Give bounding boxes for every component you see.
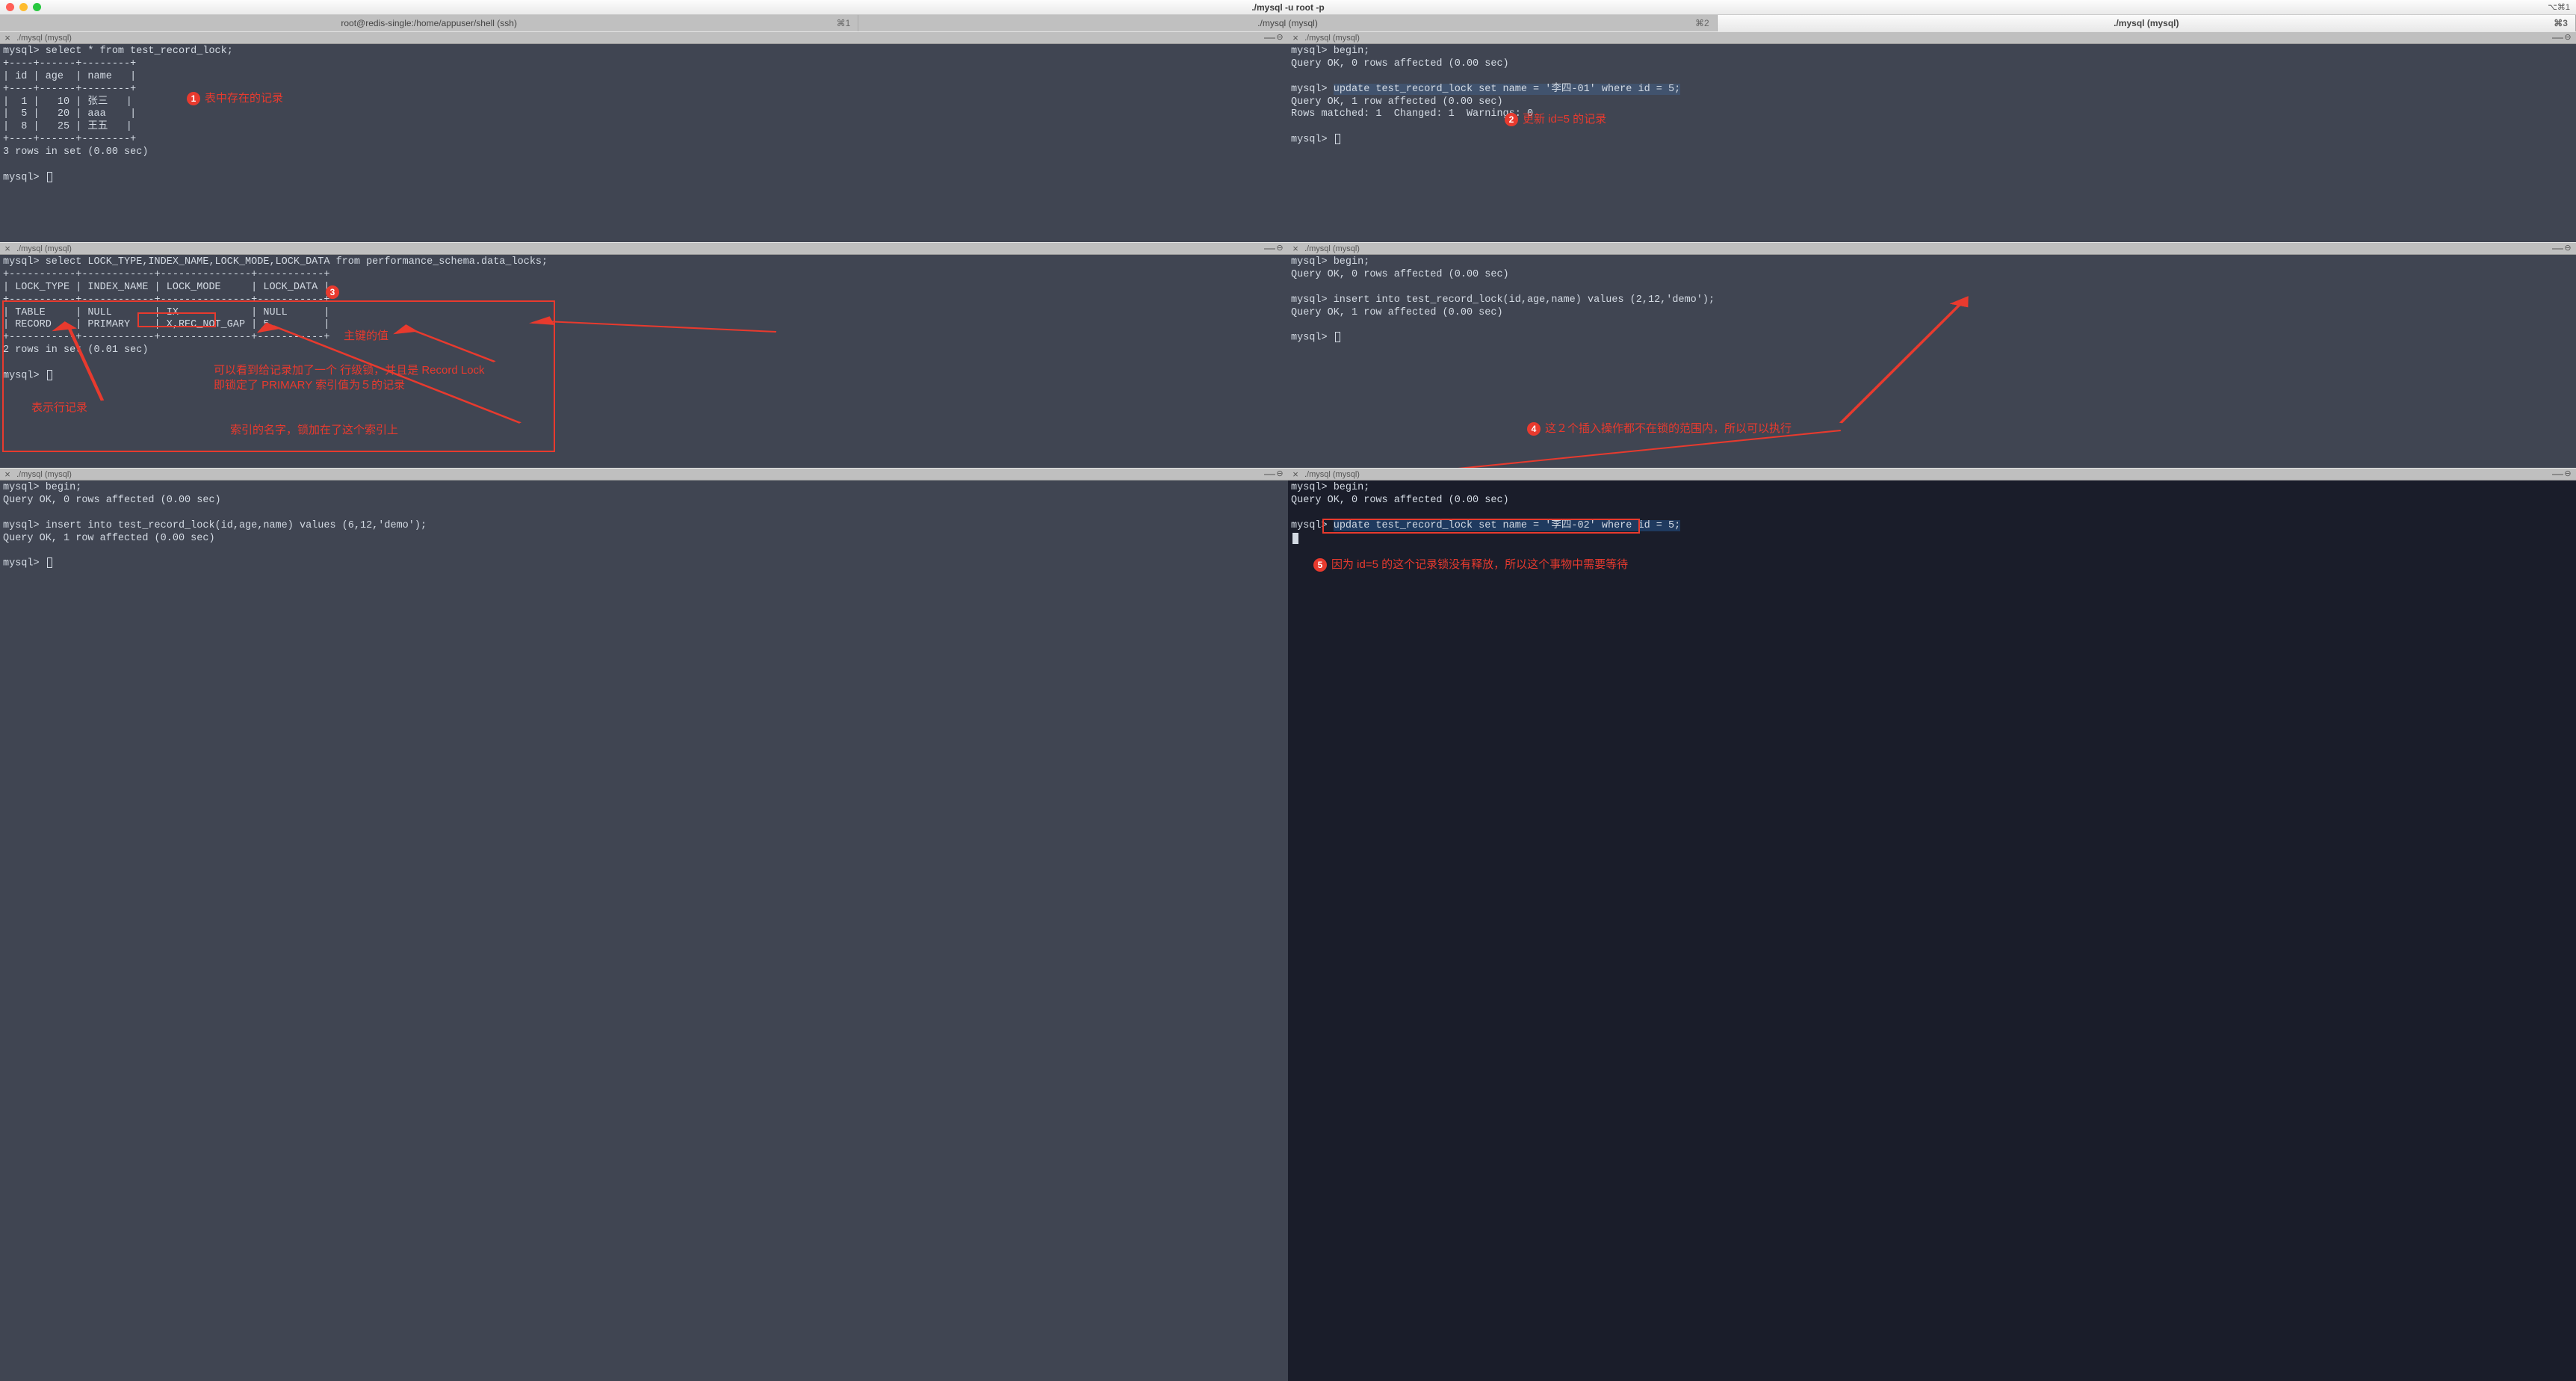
tab-mysql-2[interactable]: ./mysql (mysql) ⌘2 <box>858 15 1717 31</box>
pane-header: × ./mysql (mysql) — ⊖ <box>0 468 1288 481</box>
tab-shortcut: ⌘2 <box>1695 18 1709 28</box>
close-pane-icon[interactable]: × <box>3 469 12 479</box>
annotation-3c: 表示行记录 <box>31 399 87 415</box>
tab-label: root@redis-single:/home/appuser/shell (s… <box>341 18 517 28</box>
terminal-output[interactable]: mysql> begin; Query OK, 0 rows affected … <box>1288 481 2576 547</box>
maximize-pane-icon[interactable]: ⊖ <box>1275 34 1285 42</box>
zoom-icon[interactable] <box>33 3 41 11</box>
pane-top-left[interactable]: × ./mysql (mysql) — ⊖ mysql> select * fr… <box>0 31 1288 242</box>
cursor-icon <box>1292 533 1298 544</box>
cursor-icon <box>1335 134 1340 144</box>
maximize-pane-icon[interactable]: ⊖ <box>2563 244 2573 253</box>
cursor-icon <box>47 370 52 380</box>
terminal-output[interactable]: mysql> begin; Query OK, 0 rows affected … <box>0 481 1288 572</box>
terminal-output[interactable]: mysql> select LOCK_TYPE,INDEX_NAME,LOCK_… <box>0 255 1288 384</box>
tab-label: ./mysql (mysql) <box>2114 18 2179 28</box>
tab-ssh[interactable]: root@redis-single:/home/appuser/shell (s… <box>0 15 858 31</box>
pane-title: ./mysql (mysql) <box>1304 470 1360 479</box>
terminal-output[interactable]: mysql> begin; Query OK, 0 rows affected … <box>1288 44 2576 149</box>
close-pane-icon[interactable]: × <box>1291 469 1300 479</box>
cursor-icon <box>47 557 52 568</box>
pane-title: ./mysql (mysql) <box>16 244 72 253</box>
pane-title: ./mysql (mysql) <box>16 34 72 43</box>
maximize-pane-icon[interactable]: ⊖ <box>2563 34 2573 42</box>
maximize-pane-icon[interactable]: ⊖ <box>1275 470 1285 478</box>
minimize-pane-icon[interactable]: — <box>1264 469 1275 480</box>
cursor-icon <box>47 172 52 182</box>
pane-title: ./mysql (mysql) <box>16 470 72 479</box>
annotation-5: 5因为 id=5 的这个记录锁没有释放，所以这个事物中需要等待 <box>1313 556 1628 572</box>
pane-title: ./mysql (mysql) <box>1304 244 1360 253</box>
close-pane-icon[interactable]: × <box>3 244 12 253</box>
terminal-output[interactable]: mysql> begin; Query OK, 0 rows affected … <box>1288 255 2576 347</box>
close-pane-icon[interactable]: × <box>1291 33 1300 43</box>
minimize-pane-icon[interactable]: — <box>1264 32 1275 43</box>
close-pane-icon[interactable]: × <box>1291 244 1300 253</box>
minimize-pane-icon[interactable]: — <box>1264 243 1275 254</box>
maximize-pane-icon[interactable]: ⊖ <box>2563 470 2573 478</box>
pane-header: × ./mysql (mysql) — ⊖ <box>1288 468 2576 481</box>
pane-top-right[interactable]: × ./mysql (mysql) — ⊖ mysql> begin; Quer… <box>1288 31 2576 242</box>
window-controls <box>0 3 41 11</box>
tab-bar: root@redis-single:/home/appuser/shell (s… <box>0 15 2576 31</box>
maximize-pane-icon[interactable]: ⊖ <box>1275 244 1285 253</box>
pane-mid-left[interactable]: × ./mysql (mysql) — ⊖ mysql> select LOCK… <box>0 242 1288 468</box>
window-title: ./mysql -u root -p <box>1251 2 1324 13</box>
titlebar: ./mysql -u root -p ⌥⌘1 <box>0 0 2576 15</box>
tab-shortcut: ⌘1 <box>837 18 851 28</box>
close-icon[interactable] <box>6 3 14 11</box>
pane-bottom-right[interactable]: × ./mysql (mysql) — ⊖ mysql> begin; Quer… <box>1288 468 2576 1381</box>
pane-bottom-left[interactable]: × ./mysql (mysql) — ⊖ mysql> begin; Quer… <box>0 468 1288 1381</box>
pane-header: × ./mysql (mysql) — ⊖ <box>1288 31 2576 44</box>
minimize-pane-icon[interactable]: — <box>2552 32 2563 43</box>
tab-label: ./mysql (mysql) <box>1257 18 1318 28</box>
minimize-pane-icon[interactable]: — <box>2552 469 2563 480</box>
cursor-icon <box>1335 332 1340 342</box>
pane-mid-right[interactable]: × ./mysql (mysql) — ⊖ mysql> begin; Quer… <box>1288 242 2576 468</box>
pane-title: ./mysql (mysql) <box>1304 34 1360 43</box>
pane-header: × ./mysql (mysql) — ⊖ <box>0 31 1288 44</box>
pane-header: × ./mysql (mysql) — ⊖ <box>0 242 1288 255</box>
pane-header: × ./mysql (mysql) — ⊖ <box>1288 242 2576 255</box>
tab-mysql-3[interactable]: ./mysql (mysql) ⌘3 <box>1718 15 2576 31</box>
titlebar-shortcut: ⌥⌘1 <box>2548 2 2576 12</box>
minimize-pane-icon[interactable]: — <box>2552 243 2563 254</box>
pane-grid: × ./mysql (mysql) — ⊖ mysql> select * fr… <box>0 31 2576 1381</box>
close-pane-icon[interactable]: × <box>3 33 12 43</box>
terminal-output[interactable]: mysql> select * from test_record_lock; +… <box>0 44 1288 186</box>
tab-shortcut: ⌘3 <box>2554 18 2568 28</box>
annotation-4: 4这２个插入操作都不在锁的范围内，所以可以执行 <box>1527 420 1792 436</box>
app-window: ./mysql -u root -p ⌥⌘1 root@redis-single… <box>0 0 2576 1381</box>
annotation-3d: 索引的名字，锁加在了这个索引上 <box>230 421 398 437</box>
minimize-icon[interactable] <box>19 3 28 11</box>
